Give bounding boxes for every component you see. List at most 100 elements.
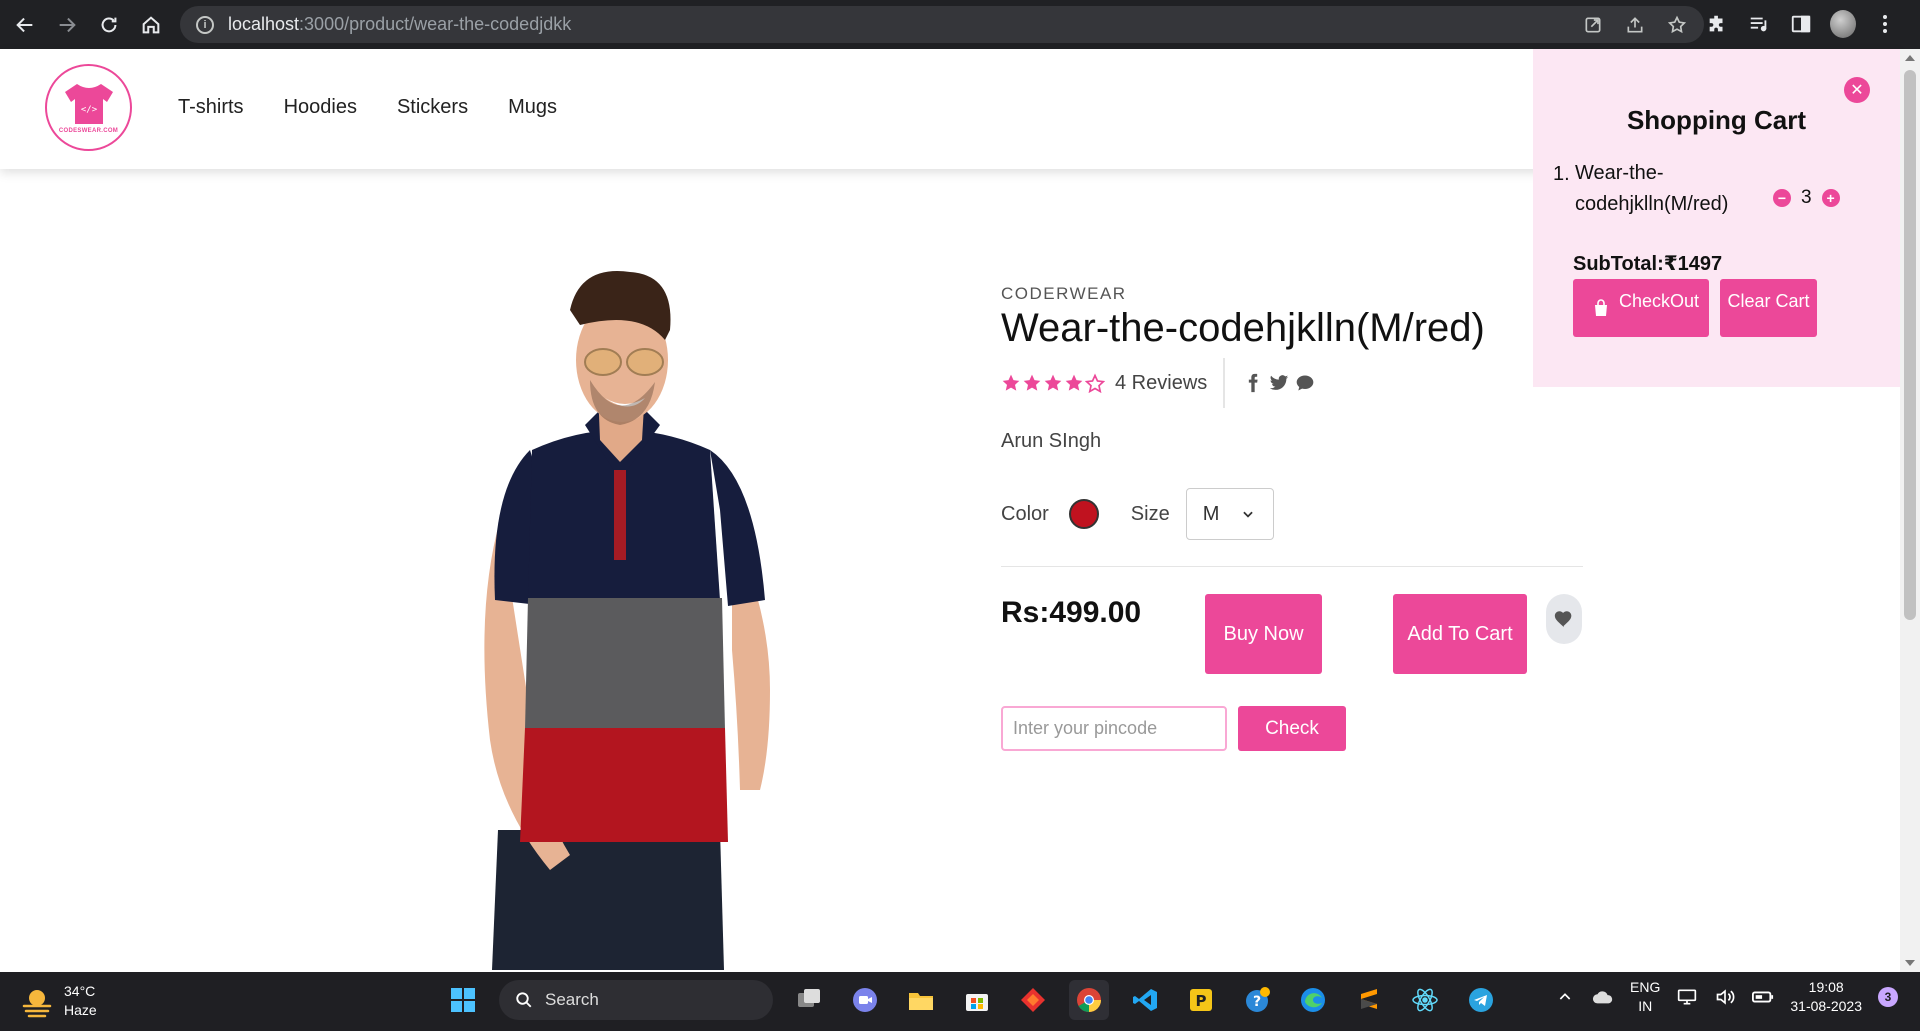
- reviews-count[interactable]: 4 Reviews: [1115, 372, 1207, 395]
- haze-sun-icon: [22, 990, 52, 1018]
- social-links: [1243, 373, 1315, 393]
- help-icon[interactable]: ?: [1237, 980, 1277, 1020]
- scrollbar-thumb[interactable]: [1904, 70, 1916, 620]
- scroll-down-icon[interactable]: [1905, 960, 1915, 966]
- check-pincode-button[interactable]: Check: [1238, 706, 1346, 751]
- product-options: Color Size M: [1001, 488, 1274, 540]
- react-icon[interactable]: [1405, 980, 1445, 1020]
- app-p-icon[interactable]: P: [1181, 980, 1221, 1020]
- clock[interactable]: 19:08 31-08-2023: [1790, 978, 1862, 1016]
- teams-chat-icon[interactable]: [845, 980, 885, 1020]
- nav-tshirts[interactable]: T-shirts: [178, 96, 244, 119]
- reload-icon[interactable]: [92, 8, 126, 42]
- checkout-label: CheckOut: [1619, 291, 1700, 311]
- page-scrollbar[interactable]: [1900, 49, 1920, 972]
- share-icon[interactable]: [1622, 12, 1648, 38]
- onedrive-cloud-icon[interactable]: [1592, 986, 1614, 1008]
- nav-stickers[interactable]: Stickers: [397, 96, 468, 119]
- back-icon[interactable]: [8, 8, 42, 42]
- media-control-icon[interactable]: [1746, 8, 1772, 40]
- profile-avatar[interactable]: [1830, 8, 1856, 40]
- chrome-icon[interactable]: [1069, 980, 1109, 1020]
- svg-text:?: ?: [1253, 994, 1261, 1010]
- language-indicator[interactable]: ENG IN: [1630, 978, 1660, 1016]
- cart-item-name: Wear-the-codehjklln(M/red): [1575, 162, 1729, 215]
- url-host: localhost: [228, 14, 300, 34]
- nav-hoodies[interactable]: Hoodies: [284, 96, 357, 119]
- quantity-value: 3: [1801, 186, 1812, 208]
- plus-icon[interactable]: +: [1821, 188, 1840, 207]
- site-logo[interactable]: </> CODESWEAR.COM: [45, 64, 132, 151]
- minus-icon[interactable]: −: [1773, 188, 1791, 207]
- microsoft-store-icon[interactable]: [957, 980, 997, 1020]
- divider: [1001, 566, 1583, 567]
- taskbar-apps: Search P ?: [443, 980, 1501, 1020]
- taskbar: 34°C Haze Search P ? ENG IN 19:08 31-08-…: [0, 972, 1920, 1031]
- cart-item-index: 1.: [1553, 163, 1570, 185]
- volume-icon[interactable]: [1714, 986, 1736, 1008]
- file-explorer-icon[interactable]: [901, 980, 941, 1020]
- product-brand: CODERWEAR: [1001, 284, 1127, 303]
- shopping-cart-panel: ✕ Shopping Cart 1. Wear-the-codehjklln(M…: [1533, 49, 1900, 387]
- app-diamond-icon[interactable]: [1013, 980, 1053, 1020]
- edge-icon[interactable]: [1293, 980, 1333, 1020]
- star-outline-icon: [1085, 373, 1105, 393]
- url-path: :3000/product/wear-the-codedjdkk: [299, 14, 572, 34]
- cart-title: Shopping Cart: [1626, 105, 1807, 135]
- bookmark-star-icon[interactable]: [1664, 12, 1690, 38]
- vscode-icon[interactable]: [1125, 980, 1165, 1020]
- star-filled-icon: [1002, 374, 1020, 391]
- language-bottom: IN: [1638, 998, 1653, 1014]
- address-bar[interactable]: i localhost:3000/product/wear-the-codedj…: [180, 6, 1704, 43]
- telegram-icon[interactable]: [1461, 980, 1501, 1020]
- side-panel-icon[interactable]: [1788, 8, 1814, 40]
- star-filled-icon: [1044, 374, 1062, 391]
- weather-widget[interactable]: 34°C Haze: [20, 982, 97, 1020]
- rating-divider: [1223, 358, 1226, 408]
- close-icon[interactable]: ✕: [1844, 77, 1870, 103]
- chevron-up-icon[interactable]: [1554, 986, 1576, 1008]
- extensions-icon[interactable]: [1704, 8, 1730, 40]
- rating-stars: [1001, 373, 1105, 393]
- notification-badge[interactable]: 3: [1878, 987, 1898, 1007]
- nav-mugs[interactable]: Mugs: [508, 96, 557, 119]
- site-info-icon[interactable]: i: [196, 15, 214, 34]
- color-swatch-red[interactable]: [1068, 499, 1099, 529]
- clock-date: 31-08-2023: [1790, 998, 1862, 1014]
- windows-start-icon[interactable]: [443, 980, 483, 1020]
- star-filled-icon: [1065, 374, 1083, 391]
- size-label: Size: [1130, 502, 1170, 525]
- quantity-stepper: − 3 +: [1773, 175, 1840, 220]
- product-price: Rs:499.00: [1001, 596, 1142, 629]
- clock-time: 19:08: [1808, 979, 1844, 995]
- size-value: M: [1202, 502, 1220, 525]
- menu-kebab-icon[interactable]: [1872, 8, 1898, 40]
- shopping-bag-icon: [1595, 299, 1607, 316]
- size-select[interactable]: M: [1185, 488, 1274, 540]
- weather-condition: Haze: [64, 1002, 97, 1018]
- wishlist-heart-button[interactable]: [1546, 594, 1582, 644]
- taskbar-search[interactable]: Search: [499, 980, 773, 1020]
- battery-icon[interactable]: [1752, 986, 1774, 1008]
- chevron-down-icon: [1243, 511, 1254, 518]
- network-icon[interactable]: [1676, 986, 1698, 1008]
- checkout-button[interactable]: CheckOut: [1573, 279, 1709, 337]
- search-icon: [516, 992, 532, 1008]
- forward-icon[interactable]: [50, 8, 84, 42]
- open-in-app-icon[interactable]: [1580, 12, 1606, 38]
- pincode-input[interactable]: [1001, 706, 1227, 751]
- home-icon[interactable]: [134, 8, 168, 42]
- rating-row: 4 Reviews: [1001, 358, 1315, 408]
- task-view-icon[interactable]: [789, 980, 829, 1020]
- clear-cart-button[interactable]: Clear Cart: [1720, 279, 1817, 337]
- chat-icon[interactable]: [1295, 373, 1315, 393]
- add-to-cart-button[interactable]: Add To Cart: [1393, 594, 1527, 674]
- buy-now-button[interactable]: Buy Now: [1205, 594, 1322, 674]
- main-nav: T-shirts Hoodies Stickers Mugs: [178, 96, 557, 119]
- product-image: [484, 271, 770, 970]
- scroll-up-icon[interactable]: [1905, 55, 1915, 61]
- svg-text:P: P: [1196, 992, 1207, 1010]
- facebook-icon[interactable]: [1243, 373, 1263, 393]
- twitter-icon[interactable]: [1269, 373, 1289, 393]
- sublime-icon[interactable]: [1349, 980, 1389, 1020]
